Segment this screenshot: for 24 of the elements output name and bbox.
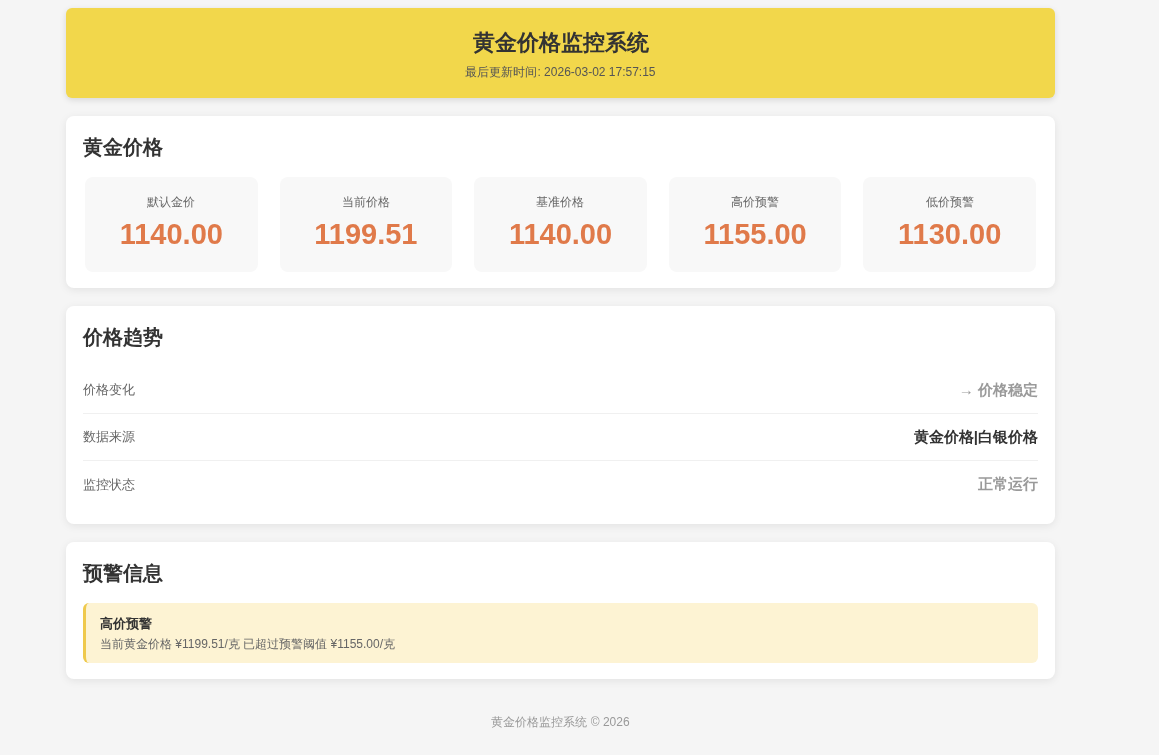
page-title: 黄金价格监控系统 bbox=[472, 29, 649, 57]
last-updated-text: 最后更新时间: 2026-03-02 17:57:15 bbox=[465, 64, 656, 80]
price-label: 高价预警 bbox=[731, 194, 780, 210]
price-value: 1130.00 bbox=[898, 217, 1002, 252]
price-value: 1140.00 bbox=[119, 217, 223, 252]
price-label: 基准价格 bbox=[536, 194, 585, 210]
row-value: → 价格稳定 bbox=[958, 380, 1038, 400]
row-label: 数据来源 bbox=[83, 428, 135, 446]
row-value: 黄金价格|白银价格 bbox=[913, 427, 1038, 447]
alert-message: 当前黄金价格 ¥1199.51/克 已超过预警阈值 ¥1155.00/克 bbox=[100, 636, 396, 652]
price-label: 默认金价 bbox=[147, 194, 196, 210]
row-value: 正常运行 bbox=[978, 475, 1038, 494]
section-title: 价格趋势 bbox=[83, 325, 164, 350]
row-label: 监控状态 bbox=[83, 475, 135, 494]
price-value: 1155.00 bbox=[703, 217, 807, 252]
price-label: 低价预警 bbox=[925, 194, 974, 210]
footer-text: 黄金价格监控系统 © 2026 bbox=[491, 715, 630, 729]
price-value: 1140.00 bbox=[508, 217, 613, 252]
section-title: 黄金价格 bbox=[83, 135, 164, 160]
price-label: 当前价格 bbox=[341, 194, 390, 210]
alert-title: 高价预警 bbox=[100, 615, 153, 633]
row-label: 价格变化 bbox=[83, 381, 135, 399]
price-value: 1199.51 bbox=[314, 217, 418, 252]
section-title: 预警信息 bbox=[83, 561, 164, 586]
